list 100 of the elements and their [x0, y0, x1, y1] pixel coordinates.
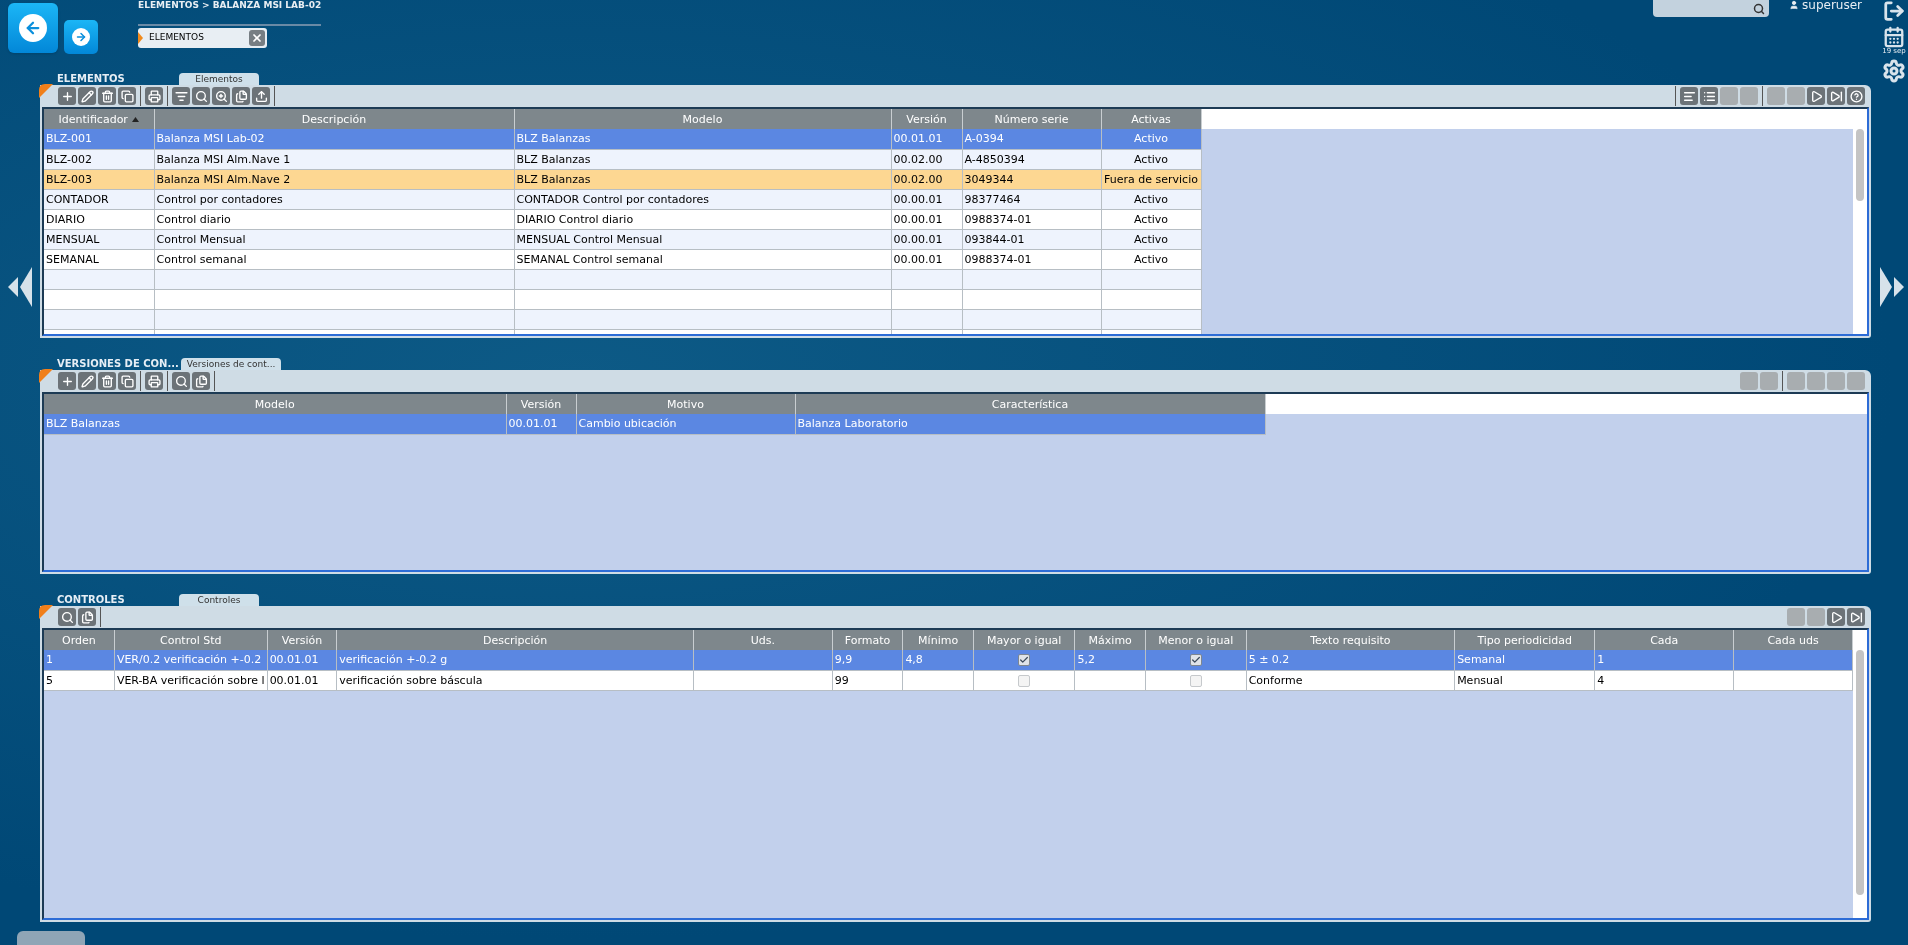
column-header[interactable]: Cada uds: [1733, 630, 1853, 650]
column-header[interactable]: Activas: [1101, 109, 1201, 129]
skip-to-end-button[interactable]: [1847, 608, 1865, 626]
column-header[interactable]: Descripción: [154, 109, 514, 129]
column-header[interactable]: Identificador: [44, 109, 154, 129]
panel-tab[interactable]: Versiones de cont...: [180, 358, 282, 370]
column-header[interactable]: Número serie: [962, 109, 1101, 129]
column-header[interactable]: Característica: [795, 394, 1265, 414]
forward-button[interactable]: [64, 20, 98, 54]
table-row[interactable]: BLZ-001 Balanza MSI Lab-02 BLZ Balanzas 00.01.01 A-0394 Activo: [44, 129, 1201, 149]
play-button[interactable]: [1827, 608, 1845, 626]
zoom-in-button[interactable]: [212, 87, 230, 105]
back-button[interactable]: [8, 3, 58, 53]
search-icon: [194, 89, 208, 103]
panel-tab[interactable]: Elementos: [179, 73, 259, 85]
search-field[interactable]: [1653, 0, 1770, 17]
column-header[interactable]: Orden: [44, 630, 115, 650]
documents-button[interactable]: [232, 87, 250, 105]
logout-icon[interactable]: [1883, 0, 1905, 22]
column-header[interactable]: Modelo: [44, 394, 506, 414]
column-header[interactable]: Menor o igual: [1145, 630, 1247, 650]
table-row[interactable]: DIARIO Control diario DIARIO Control diario 00.00.01 0988374-01 Activo: [44, 209, 1201, 229]
table-row[interactable]: 5 VER-BA verificación sobre l 00.01.01 verificación sobre báscula 99 Conforme Mensual 4: [44, 670, 1853, 690]
checkbox[interactable]: [1189, 654, 1202, 667]
table-cell: BLZ-003: [44, 169, 154, 189]
table-row[interactable]: BLZ-002 Balanza MSI Alm.Nave 1 BLZ Balanzas 00.02.00 A-4850394 Activo: [44, 149, 1201, 169]
column-header[interactable]: Máximo: [1074, 630, 1146, 650]
scrollbar-thumb[interactable]: [1856, 650, 1864, 895]
column-header[interactable]: Descripción: [336, 630, 694, 650]
scrollbar[interactable]: [1853, 109, 1867, 334]
column-header[interactable]: Mínimo: [902, 630, 974, 650]
pencil-icon: [80, 89, 94, 103]
text-lines-icon: [1682, 89, 1696, 103]
skip-to-end-button[interactable]: [1827, 87, 1845, 105]
column-header[interactable]: Versión: [891, 109, 962, 129]
list-button[interactable]: [1700, 87, 1718, 105]
column-header[interactable]: Uds.: [693, 630, 833, 650]
column-header[interactable]: Cada: [1594, 630, 1734, 650]
filter-button[interactable]: [172, 87, 190, 105]
printer-button[interactable]: [145, 87, 163, 105]
documents-button[interactable]: [78, 608, 96, 626]
help-button[interactable]: [1847, 87, 1865, 105]
search-button[interactable]: [172, 372, 190, 390]
previous-arrow-icon[interactable]: [8, 267, 32, 307]
column-header[interactable]: Control Std: [114, 630, 268, 650]
column-header[interactable]: Versión: [506, 394, 576, 414]
search-button[interactable]: [58, 608, 76, 626]
printer-icon: [147, 89, 161, 103]
add-button[interactable]: [58, 87, 76, 105]
table-row[interactable]: CONTADOR Control por contadores CONTADOR Control por contadores 00.00.01 98377464 Activo: [44, 189, 1201, 209]
search-button[interactable]: [192, 87, 210, 105]
trash-button[interactable]: [98, 87, 116, 105]
column-header[interactable]: Formato: [832, 630, 903, 650]
printer-button[interactable]: [145, 372, 163, 390]
table-cell: 00.01.01: [891, 129, 962, 149]
table-cell: 00.00.01: [891, 229, 962, 249]
next-arrow-icon[interactable]: [1880, 267, 1904, 307]
documents-button[interactable]: [192, 372, 210, 390]
trash-icon: [100, 89, 114, 103]
settings-icon[interactable]: [1882, 59, 1906, 83]
column-header[interactable]: Motivo: [576, 394, 795, 414]
play-icon: [1809, 89, 1823, 103]
table-cell: Control Mensual: [154, 229, 514, 249]
copy-button[interactable]: [118, 87, 136, 105]
pencil-button[interactable]: [78, 87, 96, 105]
column-header[interactable]: Tipo periodicidad: [1454, 630, 1595, 650]
search-icon: [174, 374, 188, 388]
column-header[interactable]: Versión: [267, 630, 337, 650]
add-button[interactable]: [58, 372, 76, 390]
table-cell: SEMANAL Control semanal: [514, 249, 891, 269]
open-tab[interactable]: ELEMENTOS: [138, 28, 267, 48]
table-cell: 3049344: [962, 169, 1101, 189]
column-header[interactable]: Mayor o igual: [973, 630, 1075, 650]
text-lines-button[interactable]: [1680, 87, 1698, 105]
table-row[interactable]: BLZ-003 Balanza MSI Alm.Nave 2 BLZ Balanzas 00.02.00 3049344 Fuera de servicio: [44, 169, 1201, 189]
table-row[interactable]: SEMANAL Control semanal SEMANAL Control semanal 00.00.01 0988374-01 Activo: [44, 249, 1201, 269]
table-cell: 0988374-01: [962, 249, 1101, 269]
table-cell: 00.01.01: [267, 670, 337, 690]
checkbox[interactable]: [1018, 674, 1031, 687]
checkbox[interactable]: [1189, 674, 1202, 687]
panel-tab[interactable]: Controles: [179, 594, 259, 606]
scrollbar[interactable]: [1853, 630, 1867, 918]
table-cell: BLZ Balanzas: [514, 129, 891, 149]
calendar-icon[interactable]: [1883, 26, 1905, 48]
play-button[interactable]: [1807, 87, 1825, 105]
check-icon: [1019, 655, 1030, 666]
close-tab-button[interactable]: [249, 30, 265, 46]
trash-button[interactable]: [98, 372, 116, 390]
scrollbar-thumb[interactable]: [1856, 129, 1864, 201]
table-cell: Balanza MSI Alm.Nave 2: [154, 169, 514, 189]
checkbox[interactable]: [1018, 654, 1031, 667]
upload-button[interactable]: [252, 87, 270, 105]
column-header[interactable]: Texto requisito: [1246, 630, 1455, 650]
table-row[interactable]: MENSUAL Control Mensual MENSUAL Control Mensual 00.00.01 093844-01 Activo: [44, 229, 1201, 249]
column-header[interactable]: Modelo: [514, 109, 891, 129]
pencil-button[interactable]: [78, 372, 96, 390]
table-row[interactable]: 1 VER/0.2 verificación +-0.2 00.01.01 verificación +-0.2 g 9,9 4,8 5,2 5 ± 0.2 Semanal 1: [44, 650, 1853, 670]
table-row[interactable]: BLZ Balanzas 00.01.01 Cambio ubicación Balanza Laboratorio: [44, 414, 1265, 434]
arrow-right-icon: [75, 31, 87, 43]
copy-button[interactable]: [118, 372, 136, 390]
